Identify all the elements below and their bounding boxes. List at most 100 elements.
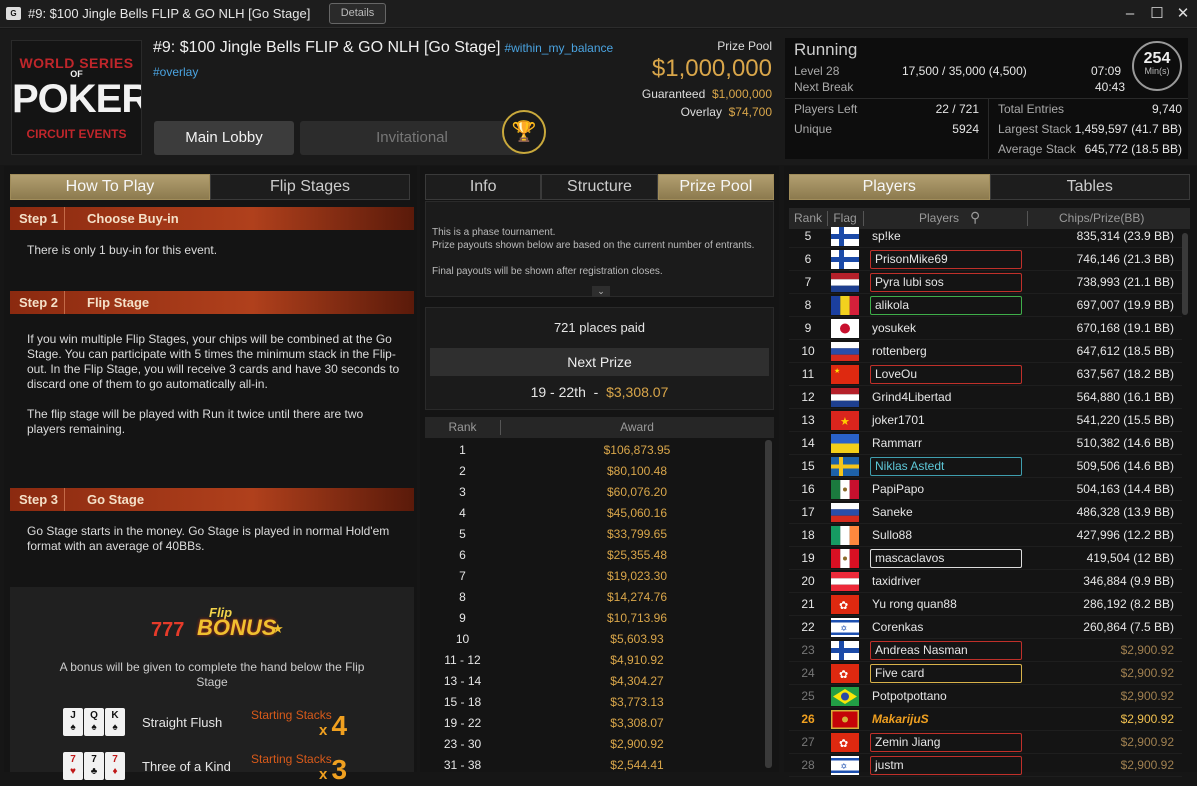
player-row[interactable]: 21 ✿ Yu rong quan88 286,192 (8.2 BB): [789, 593, 1182, 616]
search-icon[interactable]: ⚲: [970, 209, 980, 226]
player-name[interactable]: Grind4Libertad: [872, 390, 951, 404]
payout-award: $2,900.92: [610, 737, 664, 751]
close-icon[interactable]: ✕: [1172, 4, 1194, 24]
player-name[interactable]: Potpotpottano: [872, 689, 947, 703]
payout-rank: 7: [459, 569, 466, 583]
payout-rank: 13 - 14: [443, 674, 482, 688]
player-name[interactable]: Corenkas: [872, 620, 923, 634]
player-row[interactable]: 17 Saneke 486,328 (13.9 BB): [789, 501, 1182, 524]
tab-prize-pool[interactable]: Prize Pool: [657, 174, 774, 200]
player-row[interactable]: 13 ★ joker1701 541,220 (15.5 BB): [789, 409, 1182, 432]
player-row[interactable]: 18 Sullo88 427,996 (12.2 BB): [789, 524, 1182, 547]
player-row[interactable]: 6 PrisonMike69 746,146 (21.3 BB): [789, 248, 1182, 271]
player-row[interactable]: 28 ✡ justm $2,900.92: [789, 754, 1182, 777]
flag-column-header[interactable]: Flag: [831, 211, 859, 225]
player-row[interactable]: 20 taxidriver 346,884 (9.9 BB): [789, 570, 1182, 593]
player-name[interactable]: PapiPapo: [872, 482, 924, 496]
payout-award: $2,544.41: [610, 758, 664, 772]
player-name[interactable]: Niklas Astedt: [870, 457, 1022, 476]
minimize-icon[interactable]: –: [1119, 4, 1141, 24]
player-name[interactable]: sp!ke: [872, 229, 901, 243]
player-name[interactable]: justm: [870, 756, 1022, 775]
player-row[interactable]: 10 rottenberg 647,612 (18.5 BB): [789, 340, 1182, 363]
card-icon: 7 ♣: [84, 752, 104, 780]
players-scrollbar[interactable]: [1182, 233, 1188, 315]
rank-column-header[interactable]: Rank: [789, 211, 827, 225]
details-button[interactable]: Details: [329, 3, 386, 24]
player-name[interactable]: alikola: [870, 296, 1022, 315]
player-row[interactable]: 7 Pyra lubi sos 738,993 (21.1 BB): [789, 271, 1182, 294]
flag-icon: ★: [831, 365, 859, 384]
rank-column-header[interactable]: Rank: [425, 420, 500, 434]
player-row[interactable]: 22 ✡ Corenkas 260,864 (7.5 BB): [789, 616, 1182, 639]
player-name[interactable]: LoveOu: [870, 365, 1022, 384]
main-lobby-button[interactable]: Main Lobby: [154, 121, 294, 155]
player-name[interactable]: joker1701: [872, 413, 925, 427]
player-row[interactable]: 24 ✿ Five card $2,900.92: [789, 662, 1182, 685]
maximize-icon[interactable]: ☐: [1146, 4, 1168, 24]
player-chips: $2,900.92: [1120, 643, 1174, 657]
payout-award: $3,308.07: [610, 716, 664, 730]
tab-info[interactable]: Info: [425, 174, 542, 200]
player-rank: 21: [801, 597, 815, 611]
player-name[interactable]: Saneke: [872, 505, 913, 519]
payout-scrollbar[interactable]: [765, 440, 772, 768]
players-left-value: 22 / 721: [935, 102, 979, 116]
card-icons: J ♠ Q ♠ K ♠: [63, 708, 125, 736]
player-name[interactable]: MakarijuS: [872, 712, 929, 726]
card-icon: K ♠: [105, 708, 125, 736]
player-chips: 738,993 (21.1 BB): [1076, 275, 1174, 289]
player-row[interactable]: 16 PapiPapo 504,163 (14.4 BB): [789, 478, 1182, 501]
invitational-button[interactable]: Invitational: [300, 121, 524, 155]
player-name[interactable]: yosukek: [872, 321, 916, 335]
player-row[interactable]: 11 ★ LoveOu 637,567 (18.2 BB): [789, 363, 1182, 386]
payout-award: $60,076.20: [606, 485, 668, 499]
player-name[interactable]: Andreas Nasman: [870, 641, 1022, 660]
total-entries-label: Total Entries: [998, 102, 1065, 116]
tag-within-balance[interactable]: #within_my_balance: [504, 41, 613, 55]
chips-column-header[interactable]: Chips/Prize(BB): [1059, 211, 1144, 225]
player-name[interactable]: Rammarr: [872, 436, 922, 450]
player-row[interactable]: 26 MakarijuS $2,900.92: [789, 708, 1182, 731]
tab-flip-stages[interactable]: Flip Stages: [210, 174, 410, 200]
bonus-hand-row: J ♠ Q ♠ K ♠ Straight Flush Starting Stacks …: [55, 708, 395, 742]
tab-how-to-play[interactable]: How To Play: [10, 174, 210, 200]
payout-award: $10,713.96: [606, 611, 668, 625]
player-name[interactable]: Sullo88: [872, 528, 912, 542]
chevron-down-icon[interactable]: ⌄: [592, 286, 610, 297]
player-row[interactable]: 14 Rammarr 510,382 (14.6 BB): [789, 432, 1182, 455]
player-name[interactable]: Pyra lubi sos: [870, 273, 1022, 292]
player-name[interactable]: Yu rong quan88: [872, 597, 957, 611]
tab-players[interactable]: Players: [789, 174, 990, 200]
player-name[interactable]: PrisonMike69: [870, 250, 1022, 269]
player-row[interactable]: 8 alikola 697,007 (19.9 BB): [789, 294, 1182, 317]
step-1-text: There is only 1 buy-in for this event.: [27, 243, 218, 257]
player-row[interactable]: 23 Andreas Nasman $2,900.92: [789, 639, 1182, 662]
tag-overlay[interactable]: #overlay: [153, 65, 198, 79]
flip-bonus-panel: 777 Flip BONUS ★ A bonus will be given t…: [10, 587, 414, 785]
player-name[interactable]: Zemin Jiang: [870, 733, 1022, 752]
player-row[interactable]: 19 mascaclavos 419,504 (12 BB): [789, 547, 1182, 570]
player-row[interactable]: 25 Potpotpottano $2,900.92: [789, 685, 1182, 708]
tab-structure[interactable]: Structure: [541, 174, 658, 200]
player-row[interactable]: 12 Grind4Libertad 564,880 (16.1 BB): [789, 386, 1182, 409]
award-column-header[interactable]: Award: [575, 420, 699, 434]
players-column-header[interactable]: Players: [919, 211, 959, 225]
player-name[interactable]: taxidriver: [872, 574, 921, 588]
player-chips: 260,864 (7.5 BB): [1083, 620, 1174, 634]
player-row[interactable]: 9 yosukek 670,168 (19.1 BB): [789, 317, 1182, 340]
minutes-value: 254: [1143, 50, 1171, 67]
player-row[interactable]: 5 sp!ke 835,314 (23.9 BB): [789, 225, 1182, 248]
player-name[interactable]: Five card: [870, 664, 1022, 683]
player-row[interactable]: 15 Niklas Astedt 509,506 (14.6 BB): [789, 455, 1182, 478]
player-name[interactable]: mascaclavos: [870, 549, 1022, 568]
player-row[interactable]: 27 ✿ Zemin Jiang $2,900.92: [789, 731, 1182, 754]
player-chips: 564,880 (16.1 BB): [1076, 390, 1174, 404]
svg-text:★: ★: [834, 367, 840, 375]
player-rank: 20: [801, 574, 815, 588]
prize-pool-label: Prize Pool: [717, 39, 772, 53]
title-bar: G #9: $100 Jingle Bells FLIP & GO NLH [G…: [0, 0, 1197, 28]
tab-tables[interactable]: Tables: [989, 174, 1190, 200]
flag-icon: [831, 296, 859, 315]
player-name[interactable]: rottenberg: [872, 344, 927, 358]
